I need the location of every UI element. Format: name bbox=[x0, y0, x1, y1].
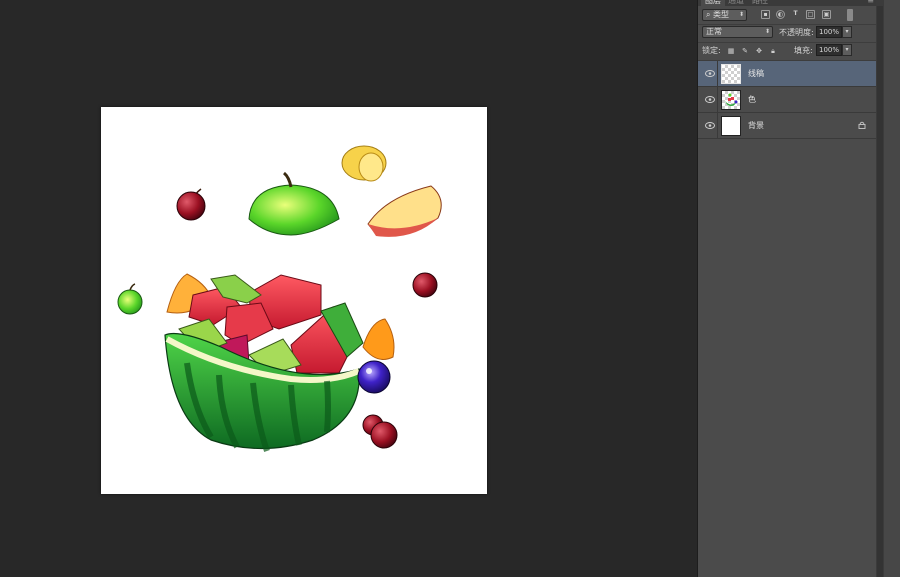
layer-name[interactable]: 色 bbox=[748, 95, 756, 105]
filter-toggle-switch[interactable] bbox=[847, 9, 853, 21]
opacity-slider-toggle[interactable]: ▾ bbox=[842, 26, 852, 38]
apple-slice bbox=[367, 185, 442, 237]
opacity-label: 不透明度: bbox=[779, 28, 814, 37]
type-filter-icon[interactable]: T bbox=[791, 10, 800, 19]
lock-label: 锁定: bbox=[702, 46, 721, 55]
lock-transparent-icon[interactable]: ▦ bbox=[727, 47, 735, 55]
lock-fill-bar: 锁定: ▦ ✎ ✥ 🔒︎ 填充: 100% ▾ bbox=[698, 42, 877, 61]
layer-filter-bar: ⌕ 类型 ⬍ ▪ ◐ T □ ▣ bbox=[698, 6, 877, 25]
eye-icon[interactable] bbox=[705, 96, 715, 103]
layer-thumbnail bbox=[721, 116, 741, 136]
search-icon: ⌕ bbox=[706, 10, 711, 19]
shape-filter-icon[interactable]: □ bbox=[806, 10, 815, 19]
blend-opacity-bar: 正常 ⬍ 不透明度: 100% ▾ bbox=[698, 24, 877, 43]
filter-kind-label: 类型 bbox=[713, 10, 730, 19]
cherry bbox=[176, 188, 206, 221]
scrollbar-track[interactable] bbox=[877, 6, 883, 577]
document-canvas[interactable] bbox=[101, 107, 487, 494]
filter-kind-dropdown[interactable]: ⌕ 类型 ⬍ bbox=[702, 9, 747, 21]
lock-paint-icon[interactable]: ✎ bbox=[741, 47, 749, 55]
opacity-input[interactable]: 100% bbox=[816, 26, 842, 38]
layer-thumbnail bbox=[721, 90, 741, 110]
eye-icon[interactable] bbox=[705, 122, 715, 129]
panel-scrollbar[interactable] bbox=[876, 0, 884, 577]
cherry bbox=[412, 272, 438, 298]
fruit-thumbnail-icon bbox=[725, 93, 738, 106]
layer-row-background[interactable]: 背景 bbox=[698, 113, 877, 139]
cherry bbox=[362, 414, 398, 449]
fruit-salad-artwork bbox=[117, 145, 442, 452]
layer-name[interactable]: 线稿 bbox=[748, 69, 764, 79]
eye-icon[interactable] bbox=[705, 70, 715, 77]
layer-name[interactable]: 背景 bbox=[748, 121, 764, 131]
blueberry bbox=[357, 360, 391, 394]
document-workspace[interactable] bbox=[0, 0, 697, 577]
small-green-apple bbox=[117, 283, 143, 315]
blend-mode-dropdown[interactable]: 正常 ⬍ bbox=[702, 26, 773, 38]
lock-all-icon[interactable]: 🔒︎ bbox=[769, 47, 777, 55]
banana-slice bbox=[341, 145, 387, 182]
layer-thumbnail bbox=[721, 64, 741, 84]
layer-row-lineart[interactable]: 线稿 bbox=[698, 61, 877, 87]
lock-icon bbox=[858, 121, 866, 129]
layers-panel: 图层 通道 路径 ≡ ⌕ 类型 ⬍ ▪ ◐ T □ ▣ 正常 ⬍ 不透明度: 1… bbox=[697, 0, 877, 577]
fill-label: 填充: bbox=[794, 46, 813, 55]
image-filter-icon[interactable]: ▪ bbox=[761, 10, 770, 19]
blend-mode-value: 正常 bbox=[706, 27, 722, 36]
fill-input[interactable]: 100% bbox=[816, 44, 842, 56]
panel-dock-edge bbox=[884, 0, 900, 577]
chevron-updown-icon: ⬍ bbox=[764, 28, 770, 35]
chevron-updown-icon: ⬍ bbox=[738, 11, 744, 18]
fill-slider-toggle[interactable]: ▾ bbox=[842, 44, 852, 56]
lock-move-icon[interactable]: ✥ bbox=[755, 47, 763, 55]
adjustment-filter-icon[interactable]: ◐ bbox=[776, 10, 785, 19]
green-apple bbox=[248, 171, 340, 236]
smart-object-filter-icon[interactable]: ▣ bbox=[822, 10, 831, 19]
layer-row-color[interactable]: 色 bbox=[698, 87, 877, 113]
